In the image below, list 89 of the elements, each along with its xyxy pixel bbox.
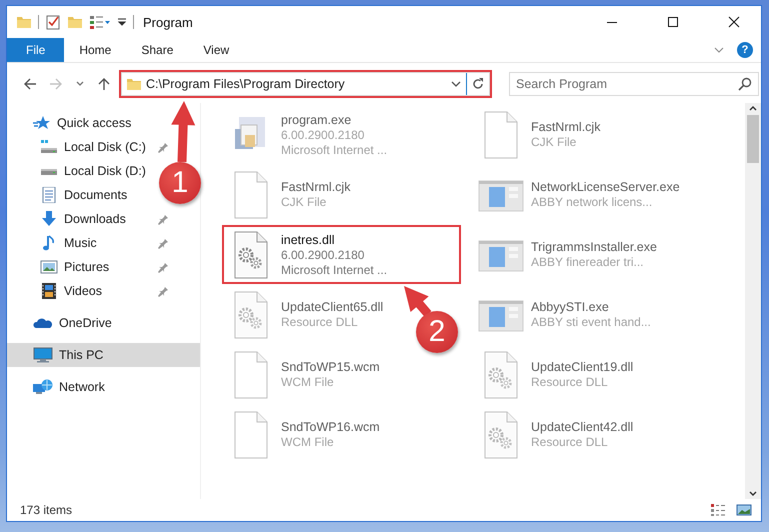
file-menu-tab[interactable]: File — [7, 38, 64, 62]
sidebar-item[interactable]: Local Disk (C:) — [7, 135, 172, 159]
file-name: UpdateClient42.dll — [531, 420, 634, 434]
sidebar-item[interactable]: This PC — [7, 343, 200, 367]
drive-icon — [40, 168, 58, 174]
file-name: FastNrml.cjk — [281, 180, 350, 194]
file-name: inetres.dll — [281, 232, 336, 246]
file-details: Resource DLL — [281, 315, 359, 329]
file-item[interactable]: TrigrammsInstaller.exe ABBY finereader tri... — [473, 226, 661, 283]
file-name: AbbyySTI.exe — [531, 300, 610, 314]
network-icon — [33, 379, 53, 395]
pin-icon[interactable] — [158, 237, 168, 249]
details-view-icon[interactable] — [710, 503, 726, 517]
file-name: UpdateClient65.dll — [281, 300, 384, 314]
sidebar-item[interactable]: Documents — [7, 183, 132, 207]
file-item[interactable]: NetworkLicenseServer.exe ABBY network licens... — [473, 166, 684, 223]
file-details: Resource DLL — [531, 375, 609, 389]
pictures-icon — [40, 259, 58, 275]
file-item[interactable]: FastNrml.cjk CJK File — [223, 166, 354, 223]
file-item[interactable]: inetres.dll 6.00.2900.2180 Microsoft Internet ... — [223, 226, 460, 283]
refresh-icon — [471, 77, 485, 91]
file-item[interactable]: FastNrml.cjk CJK File — [473, 106, 604, 163]
address-bar[interactable]: C:\Program Files\Program Directory — [121, 72, 490, 96]
folder-icon — [16, 14, 32, 30]
pin-icon[interactable] — [158, 285, 168, 297]
file-details: Resource DLL — [531, 435, 609, 449]
file-details: CJK File — [281, 195, 328, 209]
file-item[interactable]: UpdateClient42.dll Resource DLL — [473, 406, 638, 463]
window-title: Program — [143, 14, 194, 30]
search-field[interactable]: Search Program — [509, 72, 759, 96]
ribbon-tab[interactable]: Home — [64, 38, 126, 62]
sidebar-item[interactable]: Videos — [7, 279, 172, 303]
file-details: Microsoft Internet ... — [281, 262, 388, 276]
folder-icon — [126, 76, 142, 92]
file-name: FastNrml.cjk — [531, 120, 600, 134]
quick-access-icon — [33, 115, 51, 131]
pin-icon[interactable] — [158, 213, 168, 225]
file-item[interactable]: SndToWP15.wcm WCM File — [223, 346, 384, 403]
file-item[interactable]: AbbyySTI.exe ABBY sti event hand... — [473, 286, 655, 343]
file-details: 6.00.2900.2180 — [281, 128, 366, 142]
file-details: Microsoft Internet ... — [281, 142, 388, 156]
pin-icon[interactable] — [158, 261, 168, 273]
file-name: program.exe — [281, 112, 352, 126]
sidebar-item[interactable]: Music — [7, 231, 172, 255]
sidebar-item[interactable]: Network — [7, 375, 109, 399]
search-icon — [738, 77, 752, 91]
large-icons-view-icon[interactable] — [736, 503, 752, 517]
back-icon — [23, 77, 37, 91]
sidebar-item[interactable]: Quick access — [7, 111, 136, 135]
file-details: CJK File — [531, 135, 578, 149]
file-details: ABBY finereader tri... — [531, 255, 644, 269]
file-name: NetworkLicenseServer.exe — [531, 180, 680, 194]
file-name: SndToWP16.wcm — [281, 420, 380, 434]
file-details: WCM File — [281, 435, 335, 449]
file-details: ABBY sti event hand... — [531, 315, 651, 329]
file-details: WCM File — [281, 375, 335, 389]
videos-icon — [40, 283, 58, 299]
callout-arrow — [171, 101, 196, 162]
file-item[interactable]: program.exe 6.00.2900.2180 Microsoft Internet ... — [223, 106, 392, 163]
forward-icon — [49, 77, 63, 91]
up-icon — [97, 77, 111, 91]
sidebar-item[interactable]: Downloads — [7, 207, 172, 231]
file-name: SndToWP15.wcm — [281, 360, 380, 374]
ribbon-tab[interactable]: Share — [126, 38, 188, 62]
documents-icon — [40, 187, 58, 203]
scroll-thumb[interactable] — [747, 115, 759, 163]
close-icon — [728, 16, 740, 28]
callout-arrow — [404, 286, 432, 317]
computer-icon — [33, 347, 53, 363]
file-name: UpdateClient19.dll — [531, 360, 634, 374]
properties-icon[interactable] — [45, 14, 61, 30]
scrollbar[interactable] — [745, 103, 761, 499]
file-item[interactable]: UpdateClient65.dll Resource DLL — [223, 286, 388, 343]
help-button[interactable]: ? — [737, 42, 753, 58]
sidebar-item[interactable]: OneDrive — [7, 311, 116, 335]
pin-icon[interactable] — [158, 141, 168, 153]
sidebar-item[interactable]: Pictures — [7, 255, 172, 279]
item-count: 173 items — [20, 503, 74, 517]
ribbon-tab[interactable]: View — [188, 38, 244, 62]
drive-icon — [40, 139, 58, 155]
view-list-icon[interactable] — [89, 14, 111, 30]
file-item[interactable]: SndToWP16.wcm WCM File — [223, 406, 384, 463]
file-details: ABBY network licens... — [531, 195, 654, 209]
file-details: 6.00.2900.2180 — [281, 248, 366, 262]
maximize-icon — [666, 16, 678, 28]
sidebar-item[interactable]: Local Disk (D:) — [7, 159, 150, 183]
file-name: TrigrammsInstaller.exe — [531, 240, 657, 254]
file-item[interactable]: UpdateClient19.dll Resource DLL — [473, 346, 638, 403]
downloads-icon — [40, 211, 58, 227]
